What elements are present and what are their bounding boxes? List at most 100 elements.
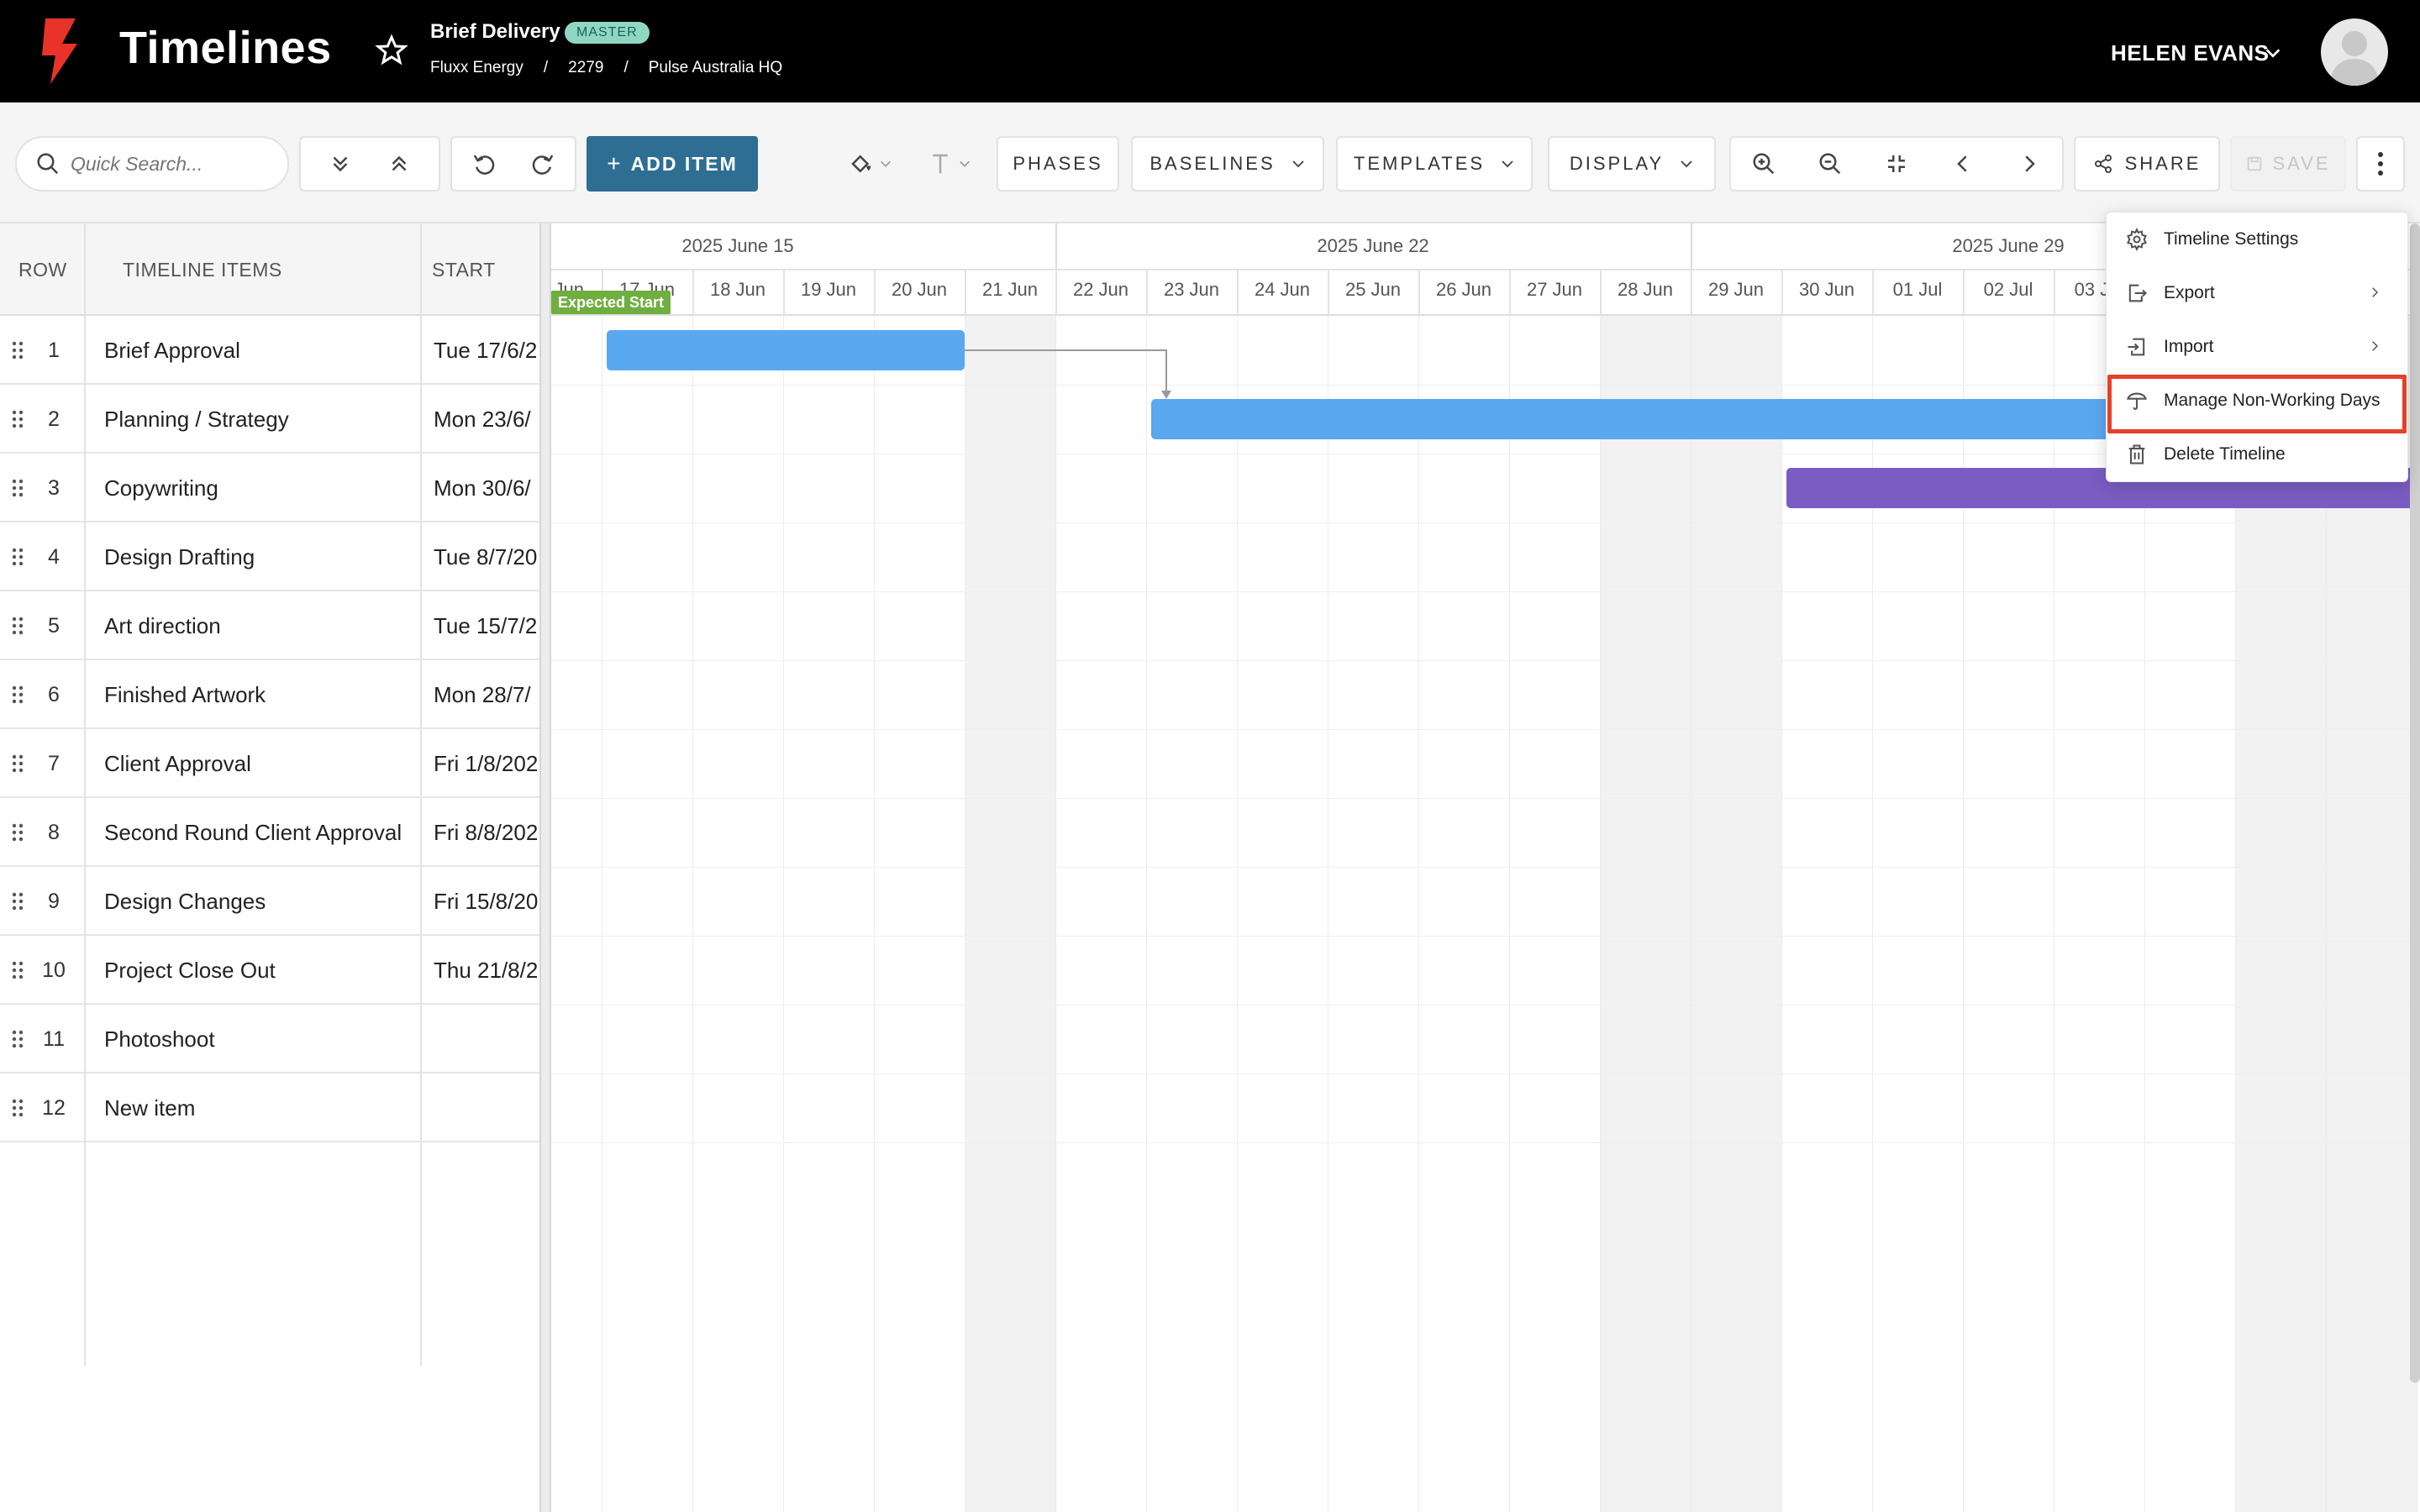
panel-splitter[interactable]: [539, 223, 551, 1512]
breadcrumb-location[interactable]: Pulse Australia HQ: [649, 59, 782, 77]
timeline-item-start[interactable]: Thu 21/8/2: [432, 936, 541, 1005]
timeline-item-name[interactable]: Second Round Client Approval: [104, 798, 402, 867]
day-label: 02 Jul: [1983, 279, 2033, 300]
menu-item-import[interactable]: Import: [2107, 320, 2409, 374]
drag-handle-icon[interactable]: [12, 754, 24, 773]
drag-handle-icon[interactable]: [12, 892, 24, 911]
user-menu-name[interactable]: HELEN EVANS: [2111, 40, 2270, 66]
row-number: 3: [48, 476, 60, 500]
column-header-row[interactable]: ROW: [18, 223, 67, 316]
timeline-item-start[interactable]: Fri 15/8/20: [432, 867, 541, 936]
table-row[interactable]: 2 Planning / Strategy Mon 23/6/: [0, 385, 543, 454]
breadcrumb-job[interactable]: 2279: [568, 59, 603, 77]
drag-handle-icon[interactable]: [12, 1030, 24, 1048]
drag-handle-icon[interactable]: [12, 1099, 24, 1117]
templates-dropdown[interactable]: TEMPLATES: [1336, 136, 1533, 192]
project-title[interactable]: Brief Delivery: [430, 20, 560, 44]
baselines-dropdown[interactable]: BASELINES: [1131, 136, 1324, 192]
vertical-scrollbar[interactable]: [2410, 223, 2420, 1383]
phases-button[interactable]: PHASES: [997, 136, 1119, 192]
row-number: 7: [48, 752, 60, 775]
fill-color-button[interactable]: [837, 136, 904, 192]
text-style-button[interactable]: [916, 136, 983, 192]
table-row[interactable]: 12 New item: [0, 1074, 543, 1142]
table-row[interactable]: 1 Brief Approval Tue 17/6/2: [0, 316, 543, 385]
breadcrumb-separator: /: [623, 59, 629, 76]
search-input[interactable]: [71, 152, 272, 176]
timeline-item-start[interactable]: Mon 23/6/: [432, 385, 541, 454]
timeline-item-name[interactable]: New item: [104, 1074, 195, 1142]
menu-item-manage-non-working-days[interactable]: Manage Non-Working Days: [2107, 374, 2409, 428]
timeline-item-start[interactable]: [432, 1074, 541, 1142]
drag-handle-icon[interactable]: [12, 410, 24, 428]
column-header-items[interactable]: TIMELINE ITEMS: [123, 223, 282, 316]
expand-all-icon[interactable]: [328, 151, 353, 176]
drag-handle-icon[interactable]: [12, 548, 24, 566]
drag-handle-icon[interactable]: [12, 685, 24, 704]
table-row[interactable]: 9 Design Changes Fri 15/8/20: [0, 867, 543, 936]
timeline-item-name[interactable]: Client Approval: [104, 729, 251, 798]
fit-to-screen-icon[interactable]: [1884, 151, 1909, 176]
more-options-button[interactable]: [2356, 136, 2405, 192]
timeline-item-name[interactable]: Brief Approval: [104, 316, 240, 385]
quick-search[interactable]: [15, 136, 289, 192]
redo-icon[interactable]: [530, 151, 555, 176]
timeline-item-name[interactable]: Planning / Strategy: [104, 385, 289, 454]
menu-item-label: Import: [2164, 337, 2214, 356]
menu-item-export[interactable]: Export: [2107, 266, 2409, 320]
table-row[interactable]: 5 Art direction Tue 15/7/2: [0, 591, 543, 660]
table-row[interactable]: 7 Client Approval Fri 1/8/202: [0, 729, 543, 798]
timeline-item-start[interactable]: Tue 8/7/20: [432, 522, 541, 591]
drag-handle-icon[interactable]: [12, 341, 24, 360]
timeline-item-start[interactable]: [432, 1005, 541, 1074]
timeline-item-start[interactable]: Mon 28/7/: [432, 660, 541, 729]
add-item-button[interactable]: + ADD ITEM: [587, 136, 758, 192]
timeline-item-name[interactable]: Art direction: [104, 591, 221, 660]
chevron-down-icon: [960, 160, 970, 167]
timeline-item-start[interactable]: Tue 17/6/2: [432, 316, 541, 385]
zoom-out-icon[interactable]: [1818, 151, 1843, 176]
star-icon[interactable]: [375, 34, 408, 67]
save-button[interactable]: SAVE: [2230, 136, 2346, 192]
table-row[interactable]: 8 Second Round Client Approval Fri 8/8/202: [0, 798, 543, 867]
timeline-item-name[interactable]: Project Close Out: [104, 936, 276, 1005]
drag-handle-icon[interactable]: [12, 823, 24, 842]
menu-item-timeline-settings[interactable]: Timeline Settings: [2107, 213, 2409, 266]
zoom-in-icon[interactable]: [1751, 151, 1776, 176]
undo-icon[interactable]: [471, 151, 497, 176]
table-row[interactable]: 4 Design Drafting Tue 8/7/20: [0, 522, 543, 591]
drag-handle-icon[interactable]: [12, 961, 24, 979]
week-divider: [1055, 223, 1057, 270]
collapse-all-icon[interactable]: [387, 151, 412, 176]
menu-item-delete-timeline[interactable]: Delete Timeline: [2107, 428, 2409, 481]
drag-handle-icon[interactable]: [12, 479, 24, 497]
row-gridline: [551, 798, 2420, 799]
table-row[interactable]: 6 Finished Artwork Mon 28/7/: [0, 660, 543, 729]
timeline-item-start[interactable]: Tue 15/7/2: [432, 591, 541, 660]
table-row[interactable]: 11 Photoshoot: [0, 1005, 543, 1074]
app-logo-icon[interactable]: [37, 18, 84, 84]
timeline-item-name[interactable]: Design Drafting: [104, 522, 255, 591]
chevron-down-icon[interactable]: [2264, 44, 2282, 62]
zoom-nav-group: [1729, 136, 2064, 192]
column-header-start[interactable]: START: [432, 223, 496, 316]
timeline-item-name[interactable]: Finished Artwork: [104, 660, 266, 729]
table-row[interactable]: 3 Copywriting Mon 30/6/: [0, 454, 543, 522]
chevron-right-icon[interactable]: [2017, 151, 2042, 176]
avatar[interactable]: [2321, 18, 2388, 86]
table-row[interactable]: 10 Project Close Out Thu 21/8/2: [0, 936, 543, 1005]
timeline-item-name[interactable]: Photoshoot: [104, 1005, 215, 1074]
templates-label: TEMPLATES: [1353, 153, 1486, 174]
share-button[interactable]: SHARE: [2074, 136, 2220, 192]
breadcrumb-client[interactable]: Fluxx Energy: [430, 59, 523, 77]
drag-handle-icon[interactable]: [12, 617, 24, 635]
gear-icon: [2127, 228, 2147, 251]
chevron-down-icon: [881, 160, 891, 167]
chevron-left-icon[interactable]: [1950, 151, 1975, 176]
timeline-item-start[interactable]: Mon 30/6/: [432, 454, 541, 522]
timeline-item-name[interactable]: Design Changes: [104, 867, 266, 936]
timeline-item-start[interactable]: Fri 1/8/202: [432, 729, 541, 798]
timeline-item-start[interactable]: Fri 8/8/202: [432, 798, 541, 867]
display-dropdown[interactable]: DISPLAY: [1548, 136, 1716, 192]
timeline-item-name[interactable]: Copywriting: [104, 454, 218, 522]
